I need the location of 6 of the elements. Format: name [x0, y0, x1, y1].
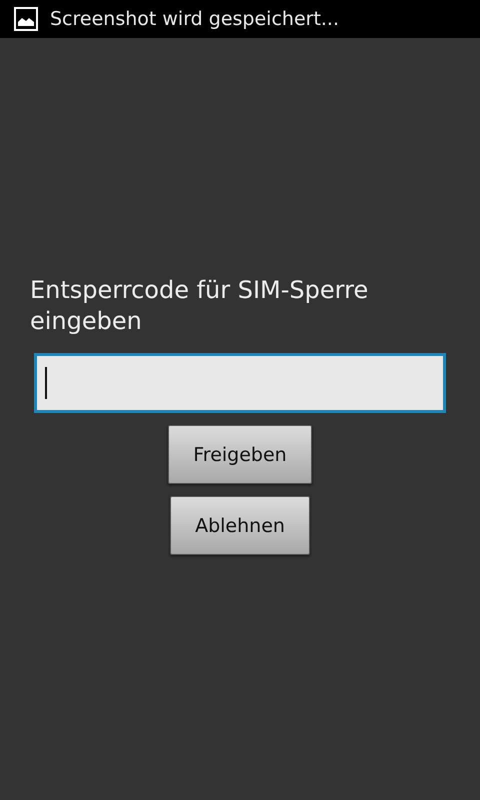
action-button[interactable]: Ablehnen [170, 496, 310, 555]
notification-text: Screenshot wird gespeichert... [50, 8, 340, 30]
prompt-text: Entsperrcode für SIM-Sperre eingeben [30, 275, 370, 337]
image-icon [14, 7, 38, 31]
action-button[interactable]: Freigeben [168, 425, 312, 484]
code-input-field[interactable] [34, 353, 446, 413]
